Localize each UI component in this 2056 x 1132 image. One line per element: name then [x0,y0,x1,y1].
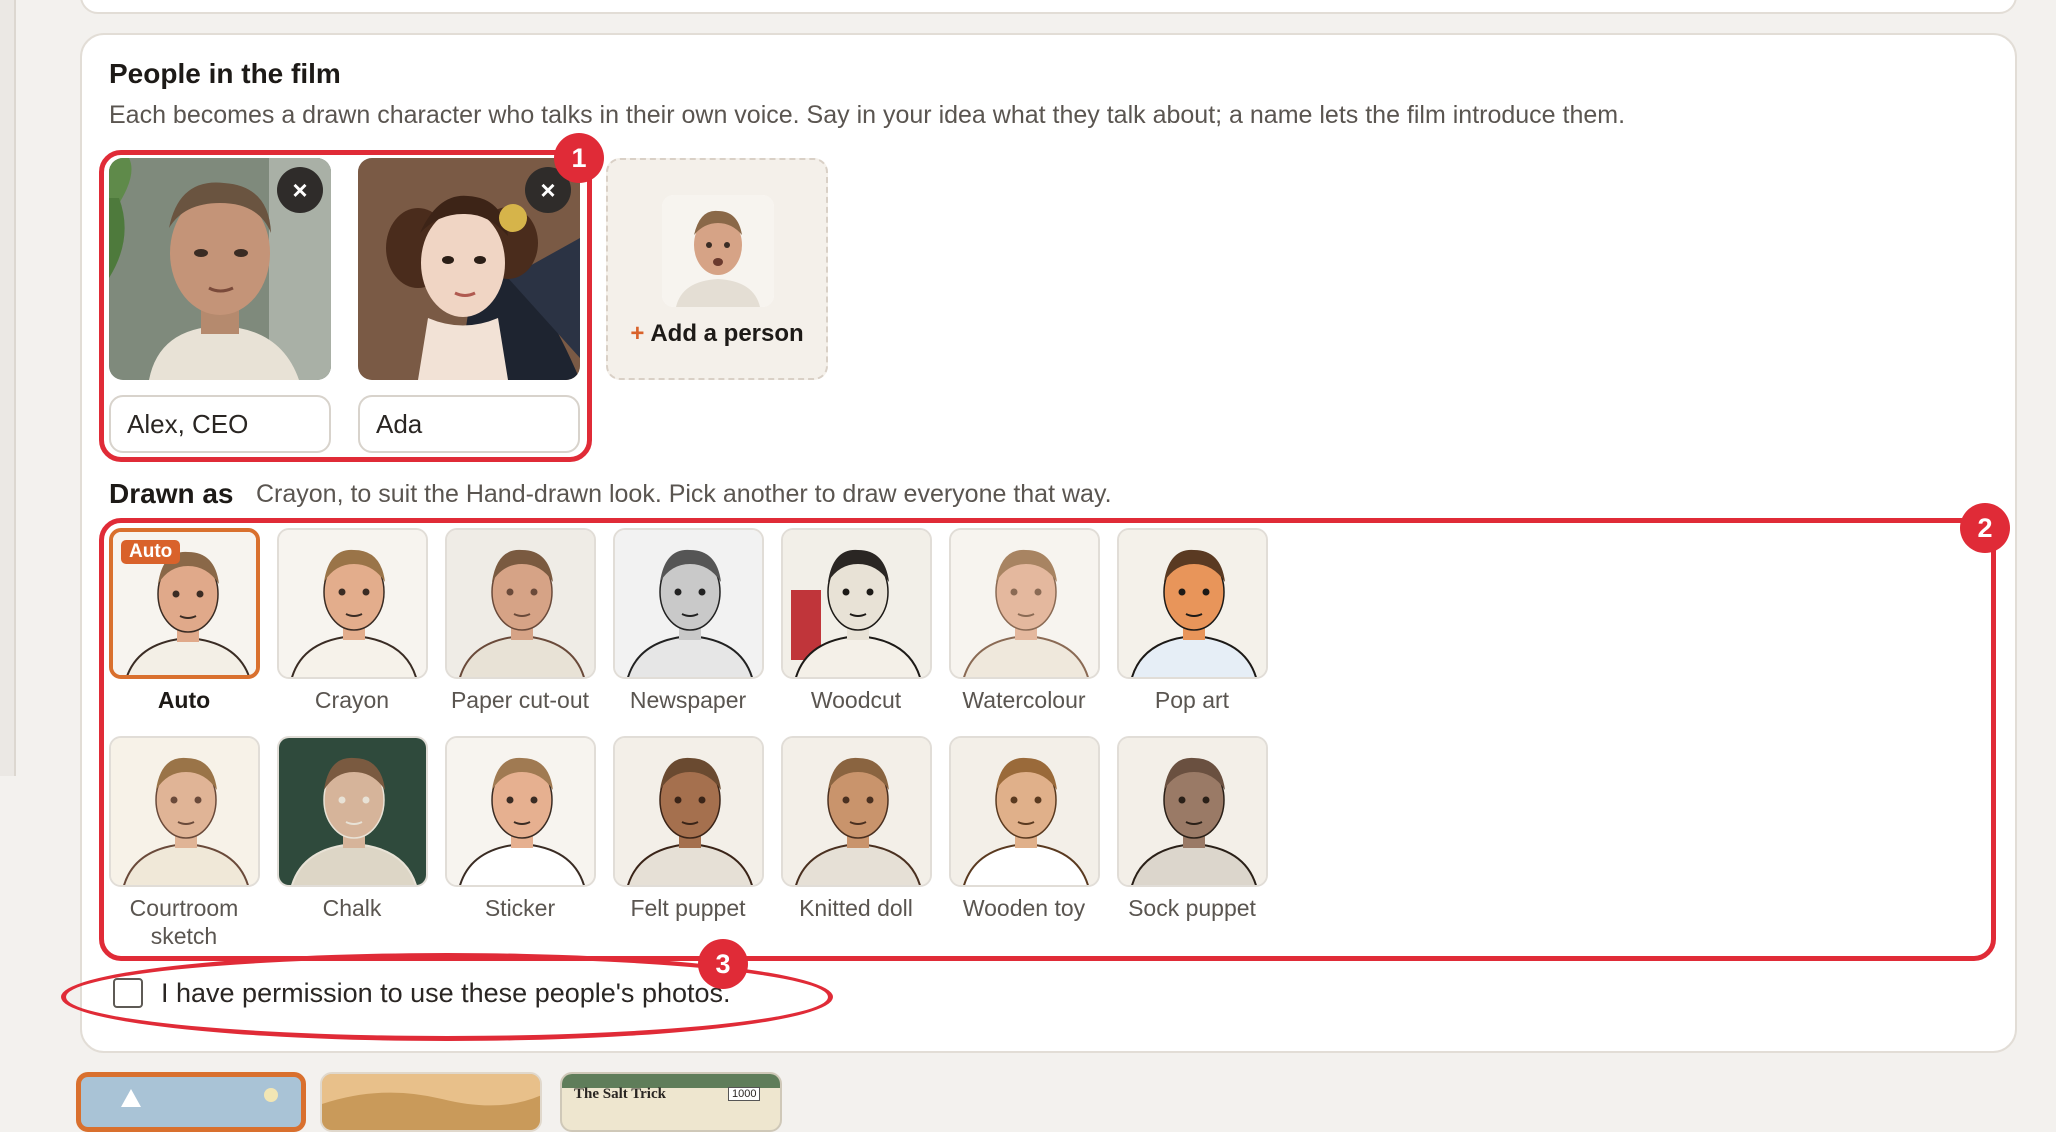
drawn-as-description: Crayon, to suit the Hand-drawn look. Pic… [256,480,1112,508]
add-person-button[interactable]: + Add a person [606,158,828,380]
annotation-box-1 [99,150,592,462]
previous-card [80,0,2017,14]
drawn-as-title: Drawn as [109,478,234,509]
section-title: People in the film [109,58,341,89]
annotation-badge-2: 2 [1960,503,2010,553]
thumbnail-title: The Salt Trick [574,1086,666,1102]
annotation-badge-3: 3 [698,939,748,989]
look-thumbnail[interactable] [320,1072,542,1132]
look-thumbnail[interactable] [76,1072,306,1132]
annotation-badge-1: 1 [554,133,604,183]
add-person-avatar [662,195,774,307]
plus-icon: + [630,320,645,347]
add-person-label: + Add a person [630,320,804,347]
thumbnail-counter: 1000 [728,1087,761,1101]
annotation-box-2 [99,518,1996,961]
look-thumbnail[interactable]: The Salt Trick 1000 [560,1072,782,1132]
left-rail [0,0,16,776]
section-description: Each becomes a drawn character who talks… [109,101,1626,129]
